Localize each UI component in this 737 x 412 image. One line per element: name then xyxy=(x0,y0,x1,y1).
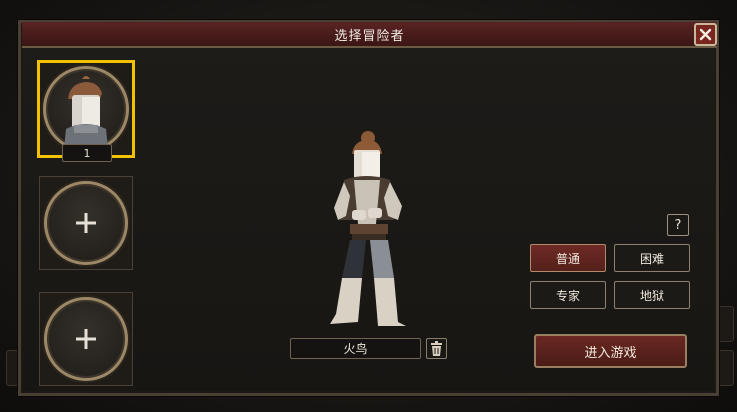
difficulty-hard-button[interactable]: 困难 xyxy=(614,244,690,272)
dialog-titlebar: 选择冒险者 xyxy=(22,22,717,48)
close-icon xyxy=(699,28,712,41)
adventurer-slot-3[interactable] xyxy=(39,292,133,386)
difficulty-expert-button[interactable]: 专家 xyxy=(530,281,606,309)
edge-tab-right-top xyxy=(718,306,734,342)
portrait-frame xyxy=(43,66,129,152)
enter-game-button[interactable]: 进入游戏 xyxy=(534,334,687,368)
adventurer-slot-2[interactable] xyxy=(39,176,133,270)
plus-icon xyxy=(76,213,96,233)
adventurer-portrait-icon xyxy=(64,76,108,149)
plus-icon xyxy=(76,329,96,349)
delete-hero-button[interactable] xyxy=(426,338,447,359)
close-button[interactable] xyxy=(694,23,717,46)
hero-name-field[interactable]: 火鸟 xyxy=(290,338,421,359)
difficulty-normal-button[interactable]: 普通 xyxy=(530,244,606,272)
level-badge: 1 xyxy=(62,144,112,162)
help-button[interactable]: ? xyxy=(667,214,689,236)
edge-tab-right-bottom xyxy=(718,350,734,386)
dialog-title: 选择冒险者 xyxy=(334,28,405,44)
trash-icon xyxy=(431,341,442,356)
difficulty-hell-button[interactable]: 地狱 xyxy=(614,281,690,309)
hero-character-model xyxy=(330,131,406,326)
